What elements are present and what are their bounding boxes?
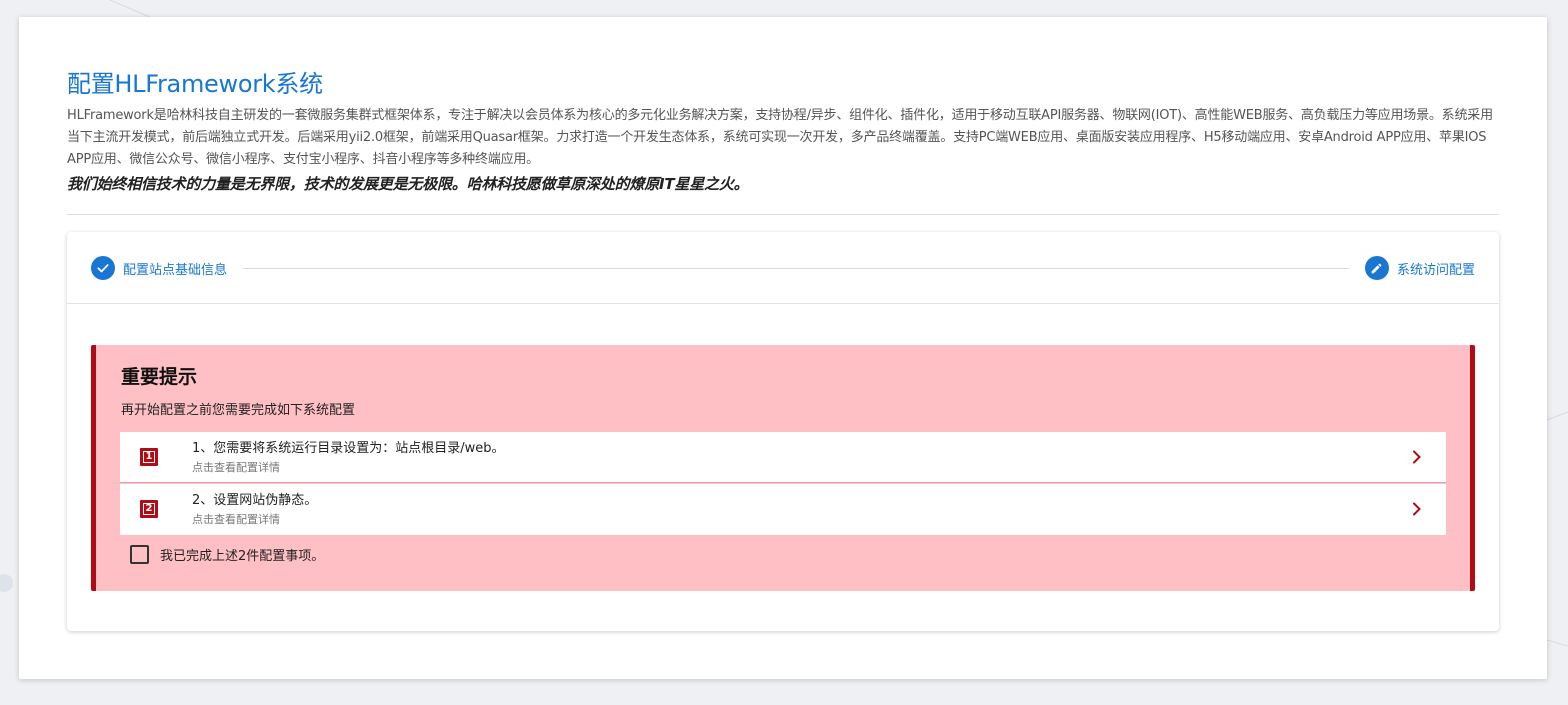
main-card: 配置HLFramework系统 HLFramework是哈林科技自主研发的一套微… bbox=[19, 17, 1547, 679]
step-system-access-config[interactable]: 系统访问配置 bbox=[1364, 256, 1475, 280]
number-badge: 1 bbox=[140, 448, 158, 466]
item-caption: 点击查看配置详情 bbox=[192, 461, 280, 474]
config-item-web-directory[interactable]: 1 1、您需要将系统运行目录设置为：站点根目录/web。 点击查看配置详情 bbox=[120, 432, 1446, 483]
step-label: 系统访问配置 bbox=[1396, 262, 1475, 278]
important-notice-banner: 重要提示 再开始配置之前您需要完成如下系统配置 1 1、您需要将系统运行目录设置… bbox=[91, 345, 1475, 591]
item-title: 1、您需要将系统运行目录设置为：站点根目录/web。 bbox=[192, 441, 505, 456]
step-connector bbox=[243, 268, 1349, 269]
notice-subtitle: 再开始配置之前您需要完成如下系统配置 bbox=[121, 403, 356, 418]
confirm-label: 我已完成上述2件配置事项。 bbox=[160, 549, 325, 564]
slogan: 我们始终相信技术的力量是无界限，技术的发展更是无极限。哈林科技愿做草原深处的燎原… bbox=[67, 175, 749, 193]
intro-header: 配置HLFramework系统 HLFramework是哈林科技自主研发的一套微… bbox=[67, 69, 1503, 195]
check-icon bbox=[91, 256, 115, 280]
item-caption: 点击查看配置详情 bbox=[192, 513, 280, 526]
divider bbox=[67, 214, 1499, 215]
framework-description: HLFramework是哈林科技自主研发的一套微服务集群式框架体系，专注于解决以… bbox=[67, 108, 1493, 167]
stepper-card: 配置站点基础信息 系统访问配置 重要提示 再开始配置之前您需要完成如下系统配置 … bbox=[67, 232, 1499, 631]
number-badge: 2 bbox=[140, 500, 158, 518]
chevron-right-icon bbox=[1410, 500, 1424, 518]
page-title: 配置HLFramework系统 bbox=[67, 70, 323, 98]
confirm-checkbox-row[interactable]: 我已完成上述2件配置事项。 bbox=[130, 545, 324, 564]
step-label: 配置站点基础信息 bbox=[123, 262, 228, 278]
confirm-checkbox[interactable] bbox=[130, 545, 149, 564]
stepper-header: 配置站点基础信息 系统访问配置 bbox=[67, 232, 1499, 304]
pencil-icon bbox=[1364, 256, 1389, 280]
step-site-basic-info[interactable]: 配置站点基础信息 bbox=[91, 256, 227, 280]
item-title: 2、设置网站伪静态。 bbox=[192, 493, 318, 508]
notice-title: 重要提示 bbox=[121, 366, 198, 388]
config-item-rewrite-rules[interactable]: 2 2、设置网站伪静态。 点击查看配置详情 bbox=[120, 484, 1446, 535]
chevron-right-icon bbox=[1410, 448, 1424, 466]
